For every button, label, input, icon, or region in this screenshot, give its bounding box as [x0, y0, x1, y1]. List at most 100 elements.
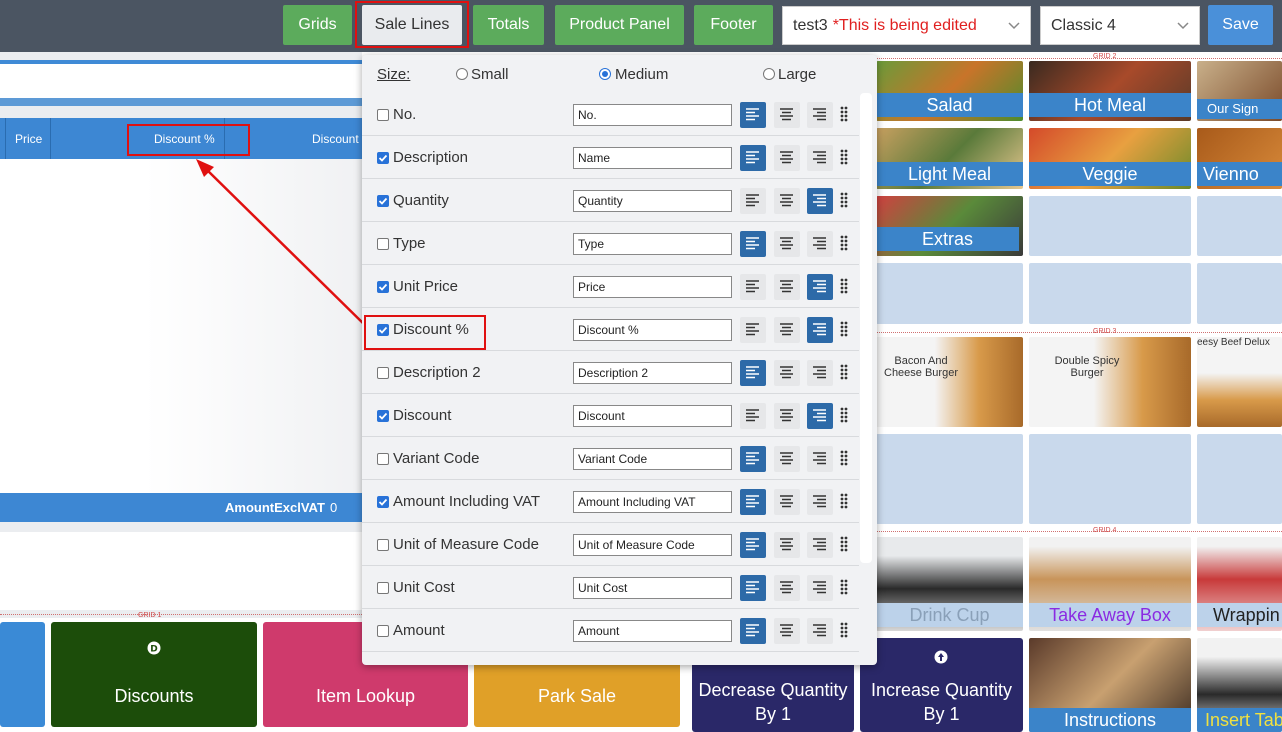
theme-select[interactable]: Classic 4: [1040, 6, 1200, 45]
tile-viennoiserie[interactable]: Vienno: [1197, 128, 1282, 189]
align-left-button[interactable]: [740, 274, 766, 300]
save-button[interactable]: Save: [1208, 5, 1273, 45]
empty-tile[interactable]: [1029, 263, 1191, 324]
align-left-button[interactable]: [740, 188, 766, 214]
discounts-button[interactable]: D Discounts: [51, 622, 257, 727]
drag-handle-icon[interactable]: [840, 579, 848, 595]
align-right-button[interactable]: [807, 489, 833, 515]
align-right-button[interactable]: [807, 403, 833, 429]
align-center-button[interactable]: [774, 274, 800, 300]
column-visible-checkbox[interactable]: [377, 539, 389, 551]
align-left-button[interactable]: [740, 317, 766, 343]
tile-drink-cup[interactable]: Drink Cup: [876, 537, 1023, 631]
layout-select[interactable]: test3 *This is being edited: [782, 6, 1031, 45]
align-center-button[interactable]: [774, 102, 800, 128]
align-left-button[interactable]: [740, 231, 766, 257]
column-visible-checkbox[interactable]: [377, 496, 389, 508]
align-center-button[interactable]: [774, 618, 800, 644]
align-left-button[interactable]: [740, 489, 766, 515]
drag-handle-icon[interactable]: [840, 622, 848, 638]
column-caption-input[interactable]: Discount %: [573, 319, 732, 341]
align-left-button[interactable]: [740, 403, 766, 429]
align-center-button[interactable]: [774, 231, 800, 257]
tile-light-meal[interactable]: Light Meal: [876, 128, 1023, 189]
column-caption-input[interactable]: Quantity: [573, 190, 732, 212]
tile-bacon-cheese-burger[interactable]: Bacon And Cheese Burger: [876, 337, 1023, 427]
tile-cheesy-beef-deluxe[interactable]: eesy Beef Delux: [1197, 337, 1282, 427]
align-left-button[interactable]: [740, 575, 766, 601]
empty-tile[interactable]: [876, 263, 1023, 324]
align-right-button[interactable]: [807, 317, 833, 343]
align-right-button[interactable]: [807, 575, 833, 601]
column-caption-input[interactable]: Unit Cost: [573, 577, 732, 599]
align-left-button[interactable]: [740, 618, 766, 644]
drag-handle-icon[interactable]: [840, 450, 848, 466]
empty-tile[interactable]: [1029, 434, 1191, 524]
column-visible-checkbox[interactable]: [377, 195, 389, 207]
increase-quantity-button[interactable]: Increase Quantity By 1: [860, 638, 1023, 732]
empty-tile[interactable]: [1197, 434, 1282, 524]
column-visible-checkbox[interactable]: [377, 281, 389, 293]
empty-tile[interactable]: [1197, 263, 1282, 324]
column-caption-input[interactable]: Price: [573, 276, 732, 298]
drag-handle-icon[interactable]: [840, 149, 848, 165]
grids-button[interactable]: Grids: [283, 5, 352, 45]
blue-function-button[interactable]: [0, 622, 45, 727]
column-caption-input[interactable]: Amount Including VAT: [573, 491, 732, 513]
align-center-button[interactable]: [774, 532, 800, 558]
align-center-button[interactable]: [774, 575, 800, 601]
drag-handle-icon[interactable]: [840, 192, 848, 208]
column-visible-checkbox[interactable]: [377, 367, 389, 379]
column-visible-checkbox[interactable]: [377, 238, 389, 250]
tile-veggie[interactable]: Veggie: [1029, 128, 1191, 189]
size-medium-radio[interactable]: [599, 68, 611, 80]
tile-extras[interactable]: Extras: [876, 196, 1023, 256]
column-visible-checkbox[interactable]: [377, 410, 389, 422]
align-right-button[interactable]: [807, 532, 833, 558]
align-right-button[interactable]: [807, 145, 833, 171]
align-center-button[interactable]: [774, 403, 800, 429]
empty-tile[interactable]: [1029, 196, 1191, 256]
tile-salad[interactable]: Salad: [876, 61, 1023, 121]
align-center-button[interactable]: [774, 145, 800, 171]
align-right-button[interactable]: [807, 102, 833, 128]
tile-insert-tab[interactable]: Insert Tab: [1197, 638, 1282, 732]
drag-handle-icon[interactable]: [840, 536, 848, 552]
align-left-button[interactable]: [740, 102, 766, 128]
align-center-button[interactable]: [774, 317, 800, 343]
drag-handle-icon[interactable]: [840, 278, 848, 294]
tile-take-away-box[interactable]: Take Away Box: [1029, 537, 1191, 631]
align-right-button[interactable]: [807, 446, 833, 472]
drag-handle-icon[interactable]: [840, 321, 848, 337]
column-visible-checkbox[interactable]: [377, 453, 389, 465]
empty-tile[interactable]: [876, 434, 1023, 524]
align-center-button[interactable]: [774, 360, 800, 386]
align-left-button[interactable]: [740, 145, 766, 171]
align-left-button[interactable]: [740, 446, 766, 472]
align-right-button[interactable]: [807, 231, 833, 257]
tile-double-spicy-burger[interactable]: Double Spicy Burger: [1029, 337, 1191, 427]
drag-handle-icon[interactable]: [840, 364, 848, 380]
column-caption-input[interactable]: No.: [573, 104, 732, 126]
align-center-button[interactable]: [774, 489, 800, 515]
column-discount[interactable]: Discount: [312, 132, 359, 146]
drag-handle-icon[interactable]: [840, 493, 848, 509]
column-caption-input[interactable]: Variant Code: [573, 448, 732, 470]
column-caption-input[interactable]: Unit of Measure Code: [573, 534, 732, 556]
panel-scrollbar[interactable]: [860, 93, 872, 563]
column-visible-checkbox[interactable]: [377, 152, 389, 164]
tile-our-signature[interactable]: Our Sign: [1197, 61, 1282, 121]
drag-handle-icon[interactable]: [840, 106, 848, 122]
align-left-button[interactable]: [740, 532, 766, 558]
column-visible-checkbox[interactable]: [377, 109, 389, 121]
align-right-button[interactable]: [807, 360, 833, 386]
footer-button[interactable]: Footer: [694, 5, 773, 45]
align-left-button[interactable]: [740, 360, 766, 386]
column-visible-checkbox[interactable]: [377, 625, 389, 637]
tile-hot-meal[interactable]: Hot Meal: [1029, 61, 1191, 121]
drag-handle-icon[interactable]: [840, 235, 848, 251]
totals-button[interactable]: Totals: [473, 5, 544, 45]
column-price[interactable]: Price: [15, 132, 42, 146]
tile-instructions[interactable]: Instructions: [1029, 638, 1191, 732]
column-caption-input[interactable]: Name: [573, 147, 732, 169]
